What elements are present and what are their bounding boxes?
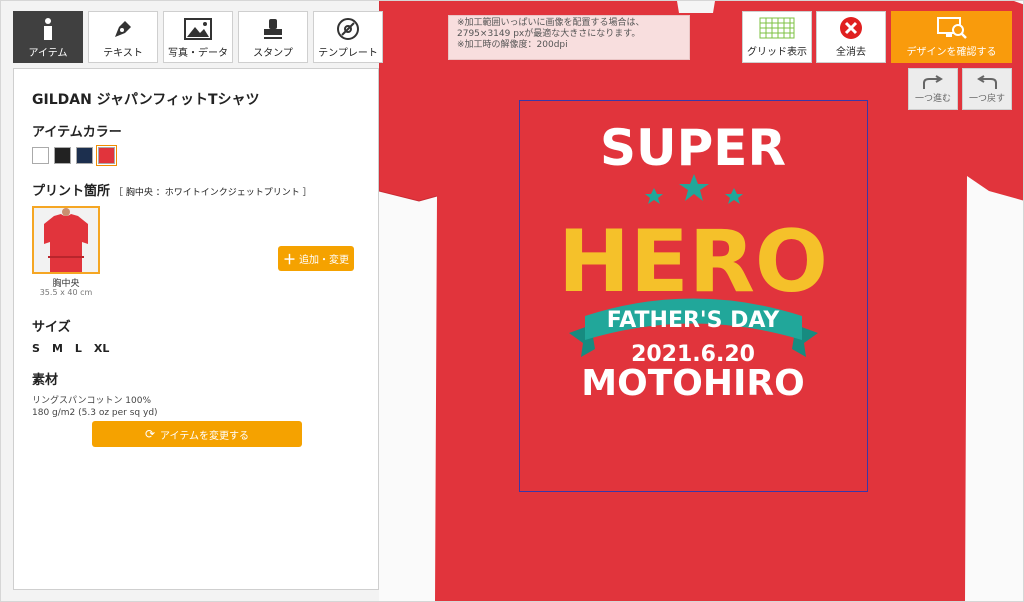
material-heading: 素材 xyxy=(32,373,59,388)
undo-icon xyxy=(977,74,997,89)
confirm-label: デザインを確認する xyxy=(906,47,997,58)
color-swatches xyxy=(32,145,360,166)
image-icon xyxy=(184,16,212,42)
redo-label: 一つ進む xyxy=(914,93,951,104)
clear-all-button[interactable]: 全消去 xyxy=(816,11,886,63)
undo-button[interactable]: 一つ戻す xyxy=(962,68,1012,110)
material-description: リングスパンコットン 100% 180 g/m2 (5.3 oz per sq … xyxy=(32,395,360,419)
tab-template[interactable]: テンプレート xyxy=(313,11,383,63)
notice-line: ※加工範囲いっぱいに画像を配置する場合は、 xyxy=(457,18,645,28)
confirm-design-button[interactable]: デザインを確認する xyxy=(891,11,1012,63)
clear-label: 全消去 xyxy=(836,47,866,58)
grid-icon xyxy=(759,16,795,40)
undo-label: 一つ戻す xyxy=(968,93,1005,104)
info-icon xyxy=(41,16,55,42)
grid-label: グリッド表示 xyxy=(747,47,807,58)
stars-icon xyxy=(645,174,743,204)
tab-label: テンプレート xyxy=(318,47,378,59)
color-swatch-red[interactable] xyxy=(96,145,117,166)
color-swatch-white[interactable] xyxy=(32,147,49,164)
app-window: アイテム テキスト 写真・データ スタンプ テンプレート GILDAN ジャパン… xyxy=(0,0,1024,602)
print-subheading: ［ 胸中央 ：ホワイトインクジェットプリント ］ xyxy=(114,188,312,198)
plus-icon: ＋ xyxy=(282,253,296,268)
tshirt-thumb-icon xyxy=(34,208,98,272)
tab-label: 写真・データ xyxy=(168,47,228,59)
size-option: S xyxy=(32,342,40,355)
material-line: リングスパンコットン 100% xyxy=(32,396,152,406)
item-panel: GILDAN ジャパンフィットTシャツ アイテムカラー プリント箇所 ［ 胸中央 … xyxy=(13,68,379,590)
tab-label: アイテム xyxy=(28,47,68,59)
material-line: 180 g/m2 (5.3 oz per sq yd) xyxy=(32,408,158,418)
redo-button[interactable]: 一つ進む xyxy=(908,68,958,110)
print-size-label: 35.5 x 40 cm xyxy=(39,288,93,297)
tab-label: テキスト xyxy=(103,47,143,59)
design-artwork[interactable]: SUPER HERO FATHER'S DAY 2021.6.20 MOTOHI… xyxy=(541,111,846,411)
close-icon xyxy=(839,16,863,40)
size-list: S M L XL xyxy=(32,342,360,355)
pen-icon xyxy=(111,16,135,42)
refresh-icon: ⟳ xyxy=(144,427,156,441)
tab-text[interactable]: テキスト xyxy=(88,11,158,63)
grid-toggle-button[interactable]: グリッド表示 xyxy=(742,11,812,63)
tool-tabs: アイテム テキスト 写真・データ スタンプ テンプレート xyxy=(13,11,383,63)
monitor-search-icon xyxy=(936,16,968,40)
notice-line: 2795×3149 pxが最適な大きさになります。 xyxy=(457,29,641,39)
design-line-hero: HERO xyxy=(558,212,828,312)
print-heading: プリント箇所 ［ 胸中央 ：ホワイトインクジェットプリント ］ xyxy=(32,180,360,199)
stamp-icon xyxy=(261,16,285,42)
change-item-button[interactable]: ⟳ アイテムを変更する xyxy=(92,421,302,447)
size-option: L xyxy=(74,342,82,355)
design-line-banner: FATHER'S DAY xyxy=(607,308,781,333)
color-swatch-black[interactable] xyxy=(54,147,71,164)
template-icon xyxy=(336,16,360,42)
add-change-label: 追加・変更 xyxy=(299,255,349,266)
print-location-row: 胸中央 35.5 x 40 cm ＋ 追加・変更 xyxy=(32,206,360,304)
tab-item[interactable]: アイテム xyxy=(13,11,83,63)
size-option: XL xyxy=(93,342,110,355)
design-line-super: SUPER xyxy=(600,119,786,177)
change-item-label: アイテムを変更する xyxy=(160,430,250,442)
print-location-thumbnail[interactable] xyxy=(32,206,100,274)
print-heading-label: プリント箇所 xyxy=(32,184,111,199)
product-title: GILDAN ジャパンフィットTシャツ xyxy=(32,92,260,108)
tab-stamp[interactable]: スタンプ xyxy=(238,11,308,63)
design-line-name: MOTOHIRO xyxy=(581,363,804,404)
color-heading: アイテムカラー xyxy=(32,125,122,140)
tab-label: スタンプ xyxy=(253,47,293,59)
tab-photo[interactable]: 写真・データ xyxy=(163,11,233,63)
resolution-notice: ※加工範囲いっぱいに画像を配置する場合は、 2795×3149 pxが最適な大き… xyxy=(448,15,690,60)
notice-line: ※加工時の解像度：200dpi xyxy=(457,40,568,50)
size-option: M xyxy=(51,342,63,355)
color-swatch-navy[interactable] xyxy=(76,147,93,164)
add-change-button[interactable]: ＋ 追加・変更 xyxy=(278,246,354,271)
size-heading: サイズ xyxy=(32,320,71,335)
redo-icon xyxy=(923,74,943,89)
